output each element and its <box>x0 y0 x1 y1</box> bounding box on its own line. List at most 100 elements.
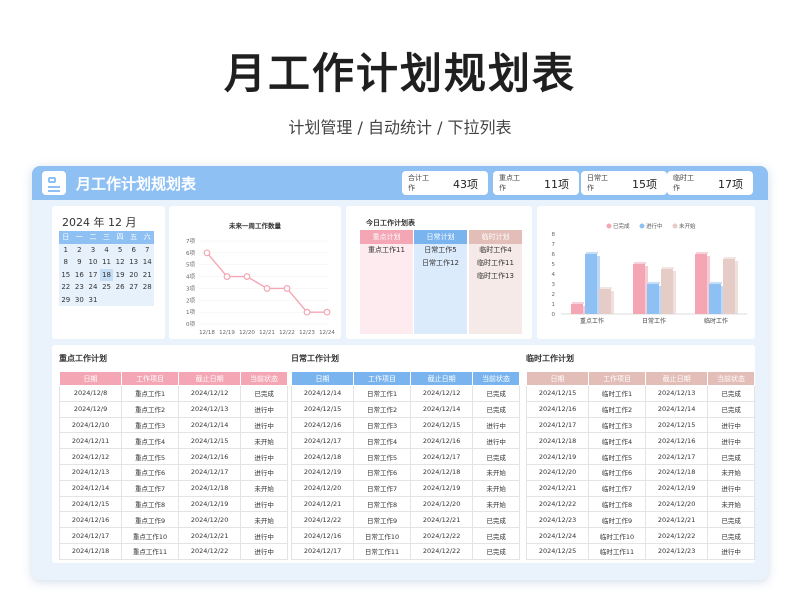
page-title: 月工作计划规划表 <box>223 49 576 98</box>
table-cell: 2024/12/14 <box>410 400 474 418</box>
legend-label: 未开始 <box>679 222 696 230</box>
today-temp-column: 临时计划 临时工作4 临时工作11 临时工作13 <box>469 230 522 334</box>
table-cell: 日常工作9 <box>353 511 412 529</box>
table-cell: 2024/12/18 <box>525 432 590 450</box>
x-tick-label: 12/19 <box>219 330 235 336</box>
table-cell: 2024/12/21 <box>645 511 709 529</box>
table-cell: 重点工作7 <box>121 479 180 497</box>
table-cell: 重点工作5 <box>121 448 180 465</box>
table-cell: 临时工作10 <box>588 527 647 544</box>
column-header: 工作项目 <box>121 371 180 386</box>
stat-label: 重点工作 <box>499 174 520 192</box>
weekday: 三 <box>99 231 114 244</box>
table-row: 2024/12/16 日常工作3 2024/12/15 进行中 <box>290 416 520 434</box>
key-table-title: 重点工作计划 <box>59 354 107 363</box>
calendar-week: 8 9 10 11 12 13 14 <box>59 256 154 269</box>
y-tick-label: 6 <box>552 252 556 258</box>
table-cell: 2024/12/25 <box>525 542 590 560</box>
table-row: 2024/12/22 临时工作8 2024/12/20 未开始 <box>525 495 755 513</box>
table-row: 2024/12/25 临时工作11 2024/12/23 进行中 <box>525 542 755 560</box>
table-cell: 已完成 <box>707 511 755 529</box>
calendar-year: 2024 <box>62 216 90 229</box>
y-tick-label: 7 <box>552 242 556 248</box>
x-tick-label: 12/23 <box>299 330 315 336</box>
column-header: 截止日期 <box>410 371 474 386</box>
bar-top <box>586 252 598 254</box>
table-row: 2024/12/22 日常工作9 2024/12/21 已完成 <box>290 511 520 529</box>
calendar-day: 15 <box>61 270 71 279</box>
table-cell: 已完成 <box>472 542 520 560</box>
table-cell: 2024/12/19 <box>410 479 474 497</box>
table-cell: 进行中 <box>240 463 288 481</box>
calendar-header: 2024 年 12 月 <box>62 214 137 230</box>
y-tick-label: 7项 <box>186 238 195 245</box>
today-key-column: 重点计划 重点工作11 <box>360 230 413 334</box>
table-cell: 2024/12/16 <box>645 432 709 450</box>
table-cell: 2024/12/16 <box>410 432 474 450</box>
table-cell: 日常工作3 <box>353 416 412 434</box>
bar-top <box>696 252 708 254</box>
table-cell: 未开始 <box>472 463 520 481</box>
y-tick-label: 0 <box>552 312 556 318</box>
stat-value: 11项 <box>544 178 569 191</box>
table-cell: 重点工作11 <box>121 542 180 560</box>
bar <box>709 284 721 314</box>
table-cell: 进行中 <box>240 416 288 434</box>
column-header: 截止日期 <box>645 371 709 386</box>
table-cell: 重点工作3 <box>121 416 180 434</box>
calendar-day: 27 <box>129 283 139 291</box>
weekday: 二 <box>86 231 100 244</box>
table-cell: 2024/12/19 <box>645 479 709 497</box>
table-cell: 日常工作10 <box>353 527 412 544</box>
table-row: 2024/12/15 日常工作2 2024/12/14 已完成 <box>290 400 520 418</box>
column-header: 当前状态 <box>472 371 520 386</box>
bar-top <box>662 267 674 269</box>
calendar-day: 10 <box>88 258 98 266</box>
table-row: 2024/12/19 临时工作5 2024/12/17 已完成 <box>525 448 755 465</box>
bar <box>661 269 673 314</box>
table-cell: 重点工作10 <box>121 527 180 544</box>
calendar-day: 17 <box>88 270 98 279</box>
calendar-day: 13 <box>129 258 139 266</box>
table-cell: 已完成 <box>472 400 520 418</box>
calendar-day: 21 <box>142 270 152 279</box>
table-cell: 2024/12/18 <box>178 479 242 497</box>
table-row: 2024/12/13 重点工作6 2024/12/17 进行中 <box>58 463 288 481</box>
calendar-day: 20 <box>129 270 139 279</box>
calendar-day: 6 <box>131 245 136 254</box>
table-cell: 临时工作6 <box>588 463 647 481</box>
calendar-day: 2 <box>77 245 82 254</box>
table-cell: 进行中 <box>707 542 755 560</box>
bar <box>571 304 583 314</box>
table-header-row: 日期 工作项目 截止日期 当前状态 <box>290 371 520 386</box>
calendar-week: 15 16 17 18 19 20 21 <box>59 268 154 281</box>
calendar-week: 29 30 31 <box>59 294 154 307</box>
table-row: 2024/12/9 重点工作2 2024/12/13 进行中 <box>58 400 288 418</box>
data-point <box>283 285 291 292</box>
calendar-day <box>140 294 154 307</box>
bar <box>723 259 735 314</box>
table-cell: 已完成 <box>240 385 288 402</box>
column-header: 当前状态 <box>240 371 288 386</box>
calendar-day: 19 <box>115 270 125 279</box>
x-tick-label: 临时工作 <box>704 317 728 325</box>
bar-side <box>673 271 676 314</box>
table-cell: 2024/12/22 <box>525 495 590 513</box>
x-tick-label: 12/20 <box>239 330 255 336</box>
calendar-day: 12 <box>115 258 125 266</box>
today-column-header: 临时计划 <box>469 230 522 244</box>
table-cell: 临时工作7 <box>588 479 647 497</box>
table-row: 2024/12/14 重点工作7 2024/12/18 未开始 <box>58 479 288 497</box>
table-cell: 临时工作1 <box>588 385 647 402</box>
table-cell: 临时工作5 <box>588 448 647 465</box>
table-cell: 2024/12/13 <box>645 385 709 402</box>
table-cell: 2024/12/17 <box>525 416 590 434</box>
table-row: 2024/12/18 临时工作4 2024/12/16 进行中 <box>525 432 755 450</box>
table-cell: 重点工作6 <box>121 463 180 481</box>
table-row: 2024/12/10 重点工作3 2024/12/14 进行中 <box>58 416 288 434</box>
today-item: 临时工作13 <box>477 272 514 280</box>
today-item: 临时工作4 <box>479 246 512 254</box>
legend-label: 进行中 <box>646 222 663 230</box>
column-header: 日期 <box>290 371 355 386</box>
table-cell: 已完成 <box>472 511 520 529</box>
